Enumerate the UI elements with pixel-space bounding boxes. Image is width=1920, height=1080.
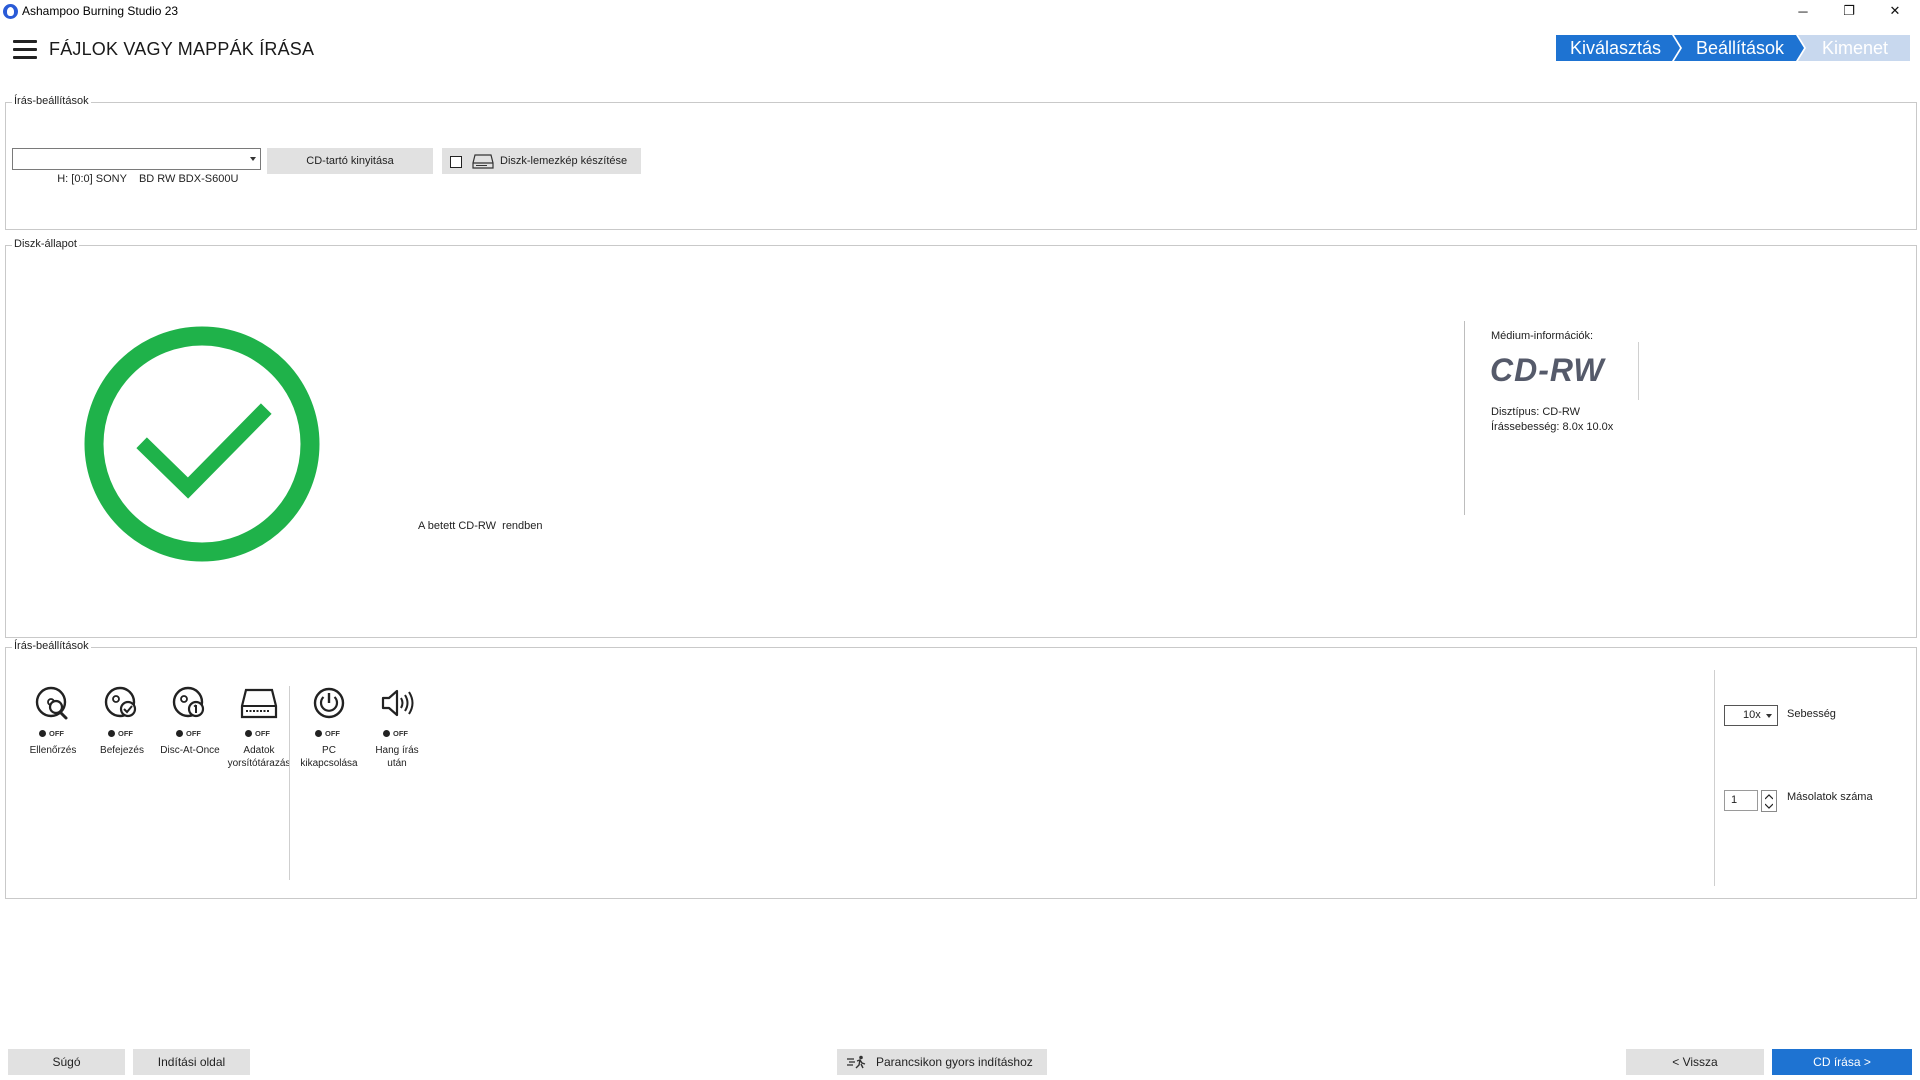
shortcut-label: Parancsikon gyors indításhoz [876, 1055, 1033, 1069]
title-bar: Ashampoo Burning Studio 23 ─ ❐ ✕ [0, 0, 1920, 22]
eject-tray-button[interactable]: CD-tartó kinyitása [267, 148, 433, 174]
chevron-down-icon [1766, 714, 1772, 718]
create-shortcut-button[interactable]: Parancsikon gyors indításhoz [837, 1049, 1047, 1075]
speed-label: Sebesség [1787, 708, 1836, 720]
drive-select-value: H: [0:0] SONY BD RW BDX-S600U [57, 173, 239, 185]
divider [289, 686, 290, 880]
disc-at-once-toggle[interactable]: OFF [175, 728, 205, 739]
media-info-label: Médium-információk: [1491, 330, 1594, 342]
copies-stepper[interactable] [1761, 790, 1777, 812]
back-button[interactable]: < Vissza [1626, 1049, 1764, 1075]
help-button[interactable]: Súgó [8, 1049, 125, 1075]
option-label: Befejezés [100, 745, 144, 756]
drive-select[interactable]: H: [0:0] SONY BD RW BDX-S600U [12, 148, 261, 185]
finalize-toggle[interactable]: OFF [107, 728, 137, 739]
step-settings[interactable]: Beállítások [1674, 35, 1804, 61]
option-sound-after-write[interactable]: OFF Hang írás után [364, 686, 430, 770]
step-selection[interactable]: Kiválasztás [1556, 35, 1680, 61]
page-title: FÁJLOK VAGY MAPPÁK ÍRÁSA [49, 39, 315, 59]
write-speed-text: Írássebesség: 8.0x 10.0x [1491, 421, 1614, 433]
status-ok-check-icon [84, 326, 320, 562]
option-label: Hang írás után [375, 745, 419, 769]
panel-label: Diszk-állapot [12, 238, 79, 250]
pc-shutdown-toggle[interactable]: OFF [314, 728, 344, 739]
divider [1464, 321, 1465, 515]
chevron-down-icon [250, 157, 256, 161]
speed-value: 10x [1743, 709, 1761, 721]
option-finalize[interactable]: OFF Befejezés [89, 686, 155, 757]
toggle-state: OFF [49, 729, 64, 738]
option-data-caching[interactable]: OFF Adatok yorsítótárazás [224, 686, 294, 770]
app-logo-icon [3, 4, 18, 19]
toggle-state: OFF [186, 729, 201, 738]
option-pc-shutdown[interactable]: OFF PC kikapcsolása [296, 686, 362, 770]
data-caching-toggle[interactable]: OFF [244, 728, 274, 739]
toggle-state: OFF [393, 729, 408, 738]
speaker-icon [381, 689, 414, 717]
shortcut-run-icon [847, 1055, 866, 1069]
panel-label: Írás-beállítások [12, 640, 91, 652]
window-title: Ashampoo Burning Studio 23 [22, 4, 179, 18]
copies-label: Másolatok száma [1787, 791, 1873, 803]
option-label: Disc-At-Once [160, 745, 220, 756]
restore-button[interactable]: ❐ [1826, 0, 1872, 22]
write-settings-drive-panel: Írás-beállítások H: [0:0] SONY BD RW BDX… [5, 95, 1917, 230]
option-disc-at-once[interactable]: OFF Disc-At-Once [157, 686, 223, 757]
disc-finalize-icon [104, 686, 137, 718]
start-page-button[interactable]: Indítási oldal [133, 1049, 250, 1075]
speed-select[interactable]: 10x [1724, 705, 1778, 726]
toggle-state: OFF [325, 729, 340, 738]
power-icon [313, 687, 345, 719]
media-type-logo: CD-RW [1490, 352, 1605, 388]
chevron-up-icon[interactable] [1765, 793, 1773, 801]
disc-image-label: Diszk-lemezkép készítése [500, 155, 628, 167]
disc-at-once-icon [172, 686, 205, 718]
disc-image-checkbox[interactable] [450, 156, 462, 168]
copies-input[interactable]: 1 [1724, 790, 1758, 811]
option-label: PC kikapcsolása [300, 745, 358, 769]
drive-cache-icon [240, 688, 278, 719]
verify-toggle[interactable]: OFF [38, 728, 68, 739]
minimize-button[interactable]: ─ [1780, 0, 1826, 22]
option-verify[interactable]: OFF Ellenőrzés [20, 686, 86, 757]
drive-icon [472, 154, 494, 169]
step-output: Kimenet [1798, 35, 1910, 61]
write-cd-button[interactable]: CD írása > [1772, 1049, 1912, 1075]
create-disc-image-toggle[interactable]: Diszk-lemezkép készítése [442, 148, 641, 174]
chevron-down-icon[interactable] [1765, 802, 1773, 810]
close-button[interactable]: ✕ [1872, 0, 1918, 22]
option-label: Adatok yorsítótárazás [227, 745, 291, 769]
toggle-state: OFF [118, 729, 133, 738]
write-options-panel: Írás-beállítások OFF Ellenőrzés OFF Befe… [5, 640, 1917, 899]
divider [1714, 670, 1715, 886]
sound-toggle[interactable]: OFF [382, 728, 412, 739]
divider [1638, 342, 1639, 400]
disc-type-text: Disztípus: CD-RW [1491, 406, 1581, 418]
disc-status-panel: Diszk-állapot A betett CD-RW rendben Méd… [5, 238, 1917, 638]
menu-icon[interactable] [13, 40, 37, 59]
toggle-state: OFF [255, 729, 270, 738]
panel-label: Írás-beállítások [12, 95, 91, 107]
disc-verify-icon [35, 686, 68, 720]
option-label: Ellenőrzés [29, 745, 77, 756]
disc-status-text: A betett CD-RW rendben [418, 520, 543, 532]
